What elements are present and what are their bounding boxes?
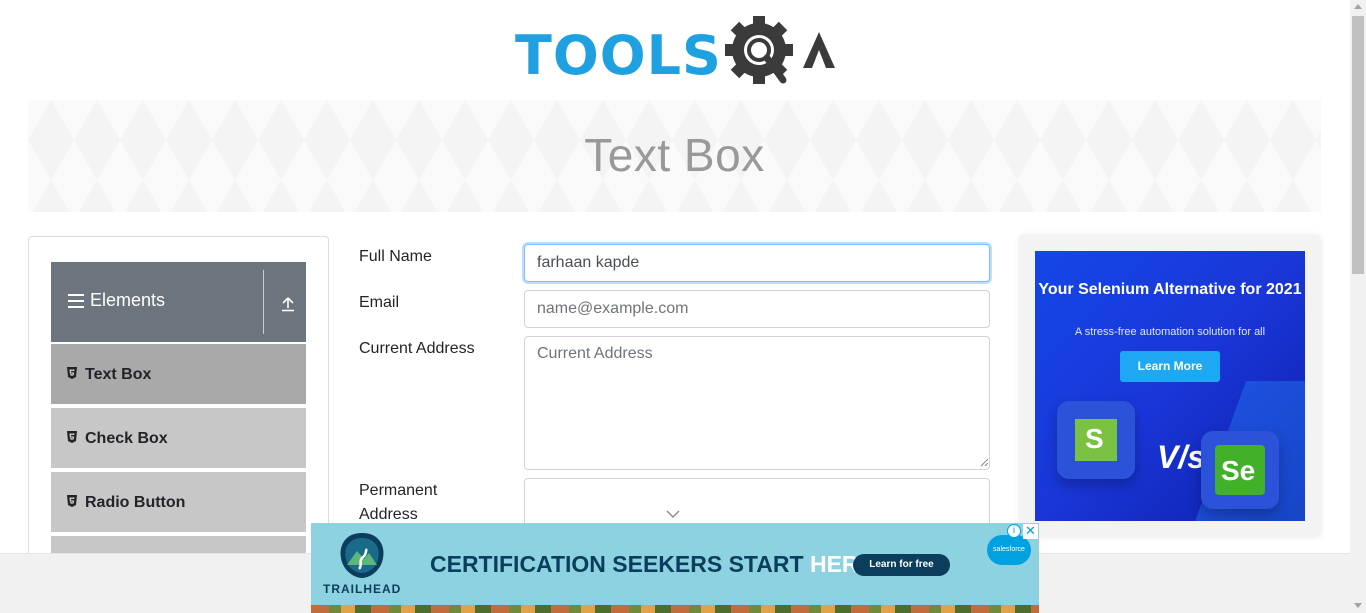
html5-icon (67, 495, 77, 507)
logo-tools-text: TOOLS (515, 24, 722, 87)
bottom-ad[interactable]: TRAILHEAD CERTIFICATION SEEKERS START HE… (311, 523, 1039, 613)
chevron-down-icon[interactable] (666, 509, 680, 519)
sidebar-item-check-box[interactable]: Check Box (51, 406, 306, 468)
current-address-label: Current Address (359, 340, 475, 357)
page-title: Text Box (584, 129, 765, 181)
email-input[interactable] (524, 290, 990, 328)
current-address-textarea[interactable] (524, 336, 990, 470)
scroll-down-icon[interactable] (1354, 603, 1362, 608)
upload-icon[interactable] (280, 296, 296, 312)
ad-foliage (311, 605, 1039, 613)
page-scrollbar[interactable] (1350, 0, 1366, 613)
scroll-thumb[interactable] (1352, 16, 1364, 274)
resize-handle-icon[interactable] (979, 457, 989, 467)
ad-close-icon[interactable]: ✕ (1023, 524, 1038, 539)
trailhead-brand: TRAILHEAD (323, 582, 402, 596)
learn-for-free-button[interactable]: Learn for free (853, 554, 950, 576)
logo-qa-gear-icon (725, 16, 835, 84)
html5-icon (67, 431, 77, 443)
ad-subline: A stress-free automation solution for al… (1074, 326, 1266, 338)
logo-letter: Se (1221, 455, 1256, 486)
full-name-input[interactable] (524, 244, 990, 282)
sidebar-item-text-box[interactable]: Text Box (51, 342, 306, 404)
bars-icon (68, 294, 84, 308)
scroll-up-icon[interactable] (1354, 4, 1362, 9)
group-title: Elements (90, 290, 166, 310)
sidebar-item-label: Check Box (85, 430, 168, 447)
logo-letter: S (1085, 423, 1104, 454)
ad-info-icon[interactable]: i (1007, 524, 1021, 538)
versus-text: V/s (1157, 439, 1206, 475)
sidebar-item-label: Radio Button (85, 494, 186, 511)
bottom-ad-headline: CERTIFICATION SEEKERS START HERE. (430, 551, 880, 578)
divider (263, 270, 264, 334)
html5-icon (67, 367, 77, 379)
permanent-address-label: Permanent Address (359, 482, 438, 523)
sidebar: Elements Text Box Check Box Radio Button (28, 236, 329, 596)
ad-headline: Your Selenium Alternative for 2021 (1038, 281, 1302, 298)
full-name-label: Full Name (359, 248, 432, 265)
salesforce-logo: salesforce (987, 535, 1031, 565)
elements-group-header[interactable]: Elements (51, 262, 306, 342)
side-ad[interactable]: Your Selenium Alternative for 2021 A str… (1035, 251, 1305, 521)
toolsqa-logo[interactable]: TOOLS (515, 16, 837, 90)
headline-main: CERTIFICATION SEEKERS START (430, 551, 810, 577)
katalon-logo: S (1057, 401, 1135, 479)
selenium-logo: Se (1201, 431, 1279, 509)
sidebar-item-radio-button[interactable]: Radio Button (51, 470, 306, 532)
trailhead-logo-icon (340, 533, 384, 578)
learn-more-button[interactable]: Learn More (1120, 351, 1220, 382)
sidebar-item-label: Text Box (85, 366, 152, 383)
email-label: Email (359, 294, 400, 311)
page-banner: Text Box (28, 100, 1321, 212)
